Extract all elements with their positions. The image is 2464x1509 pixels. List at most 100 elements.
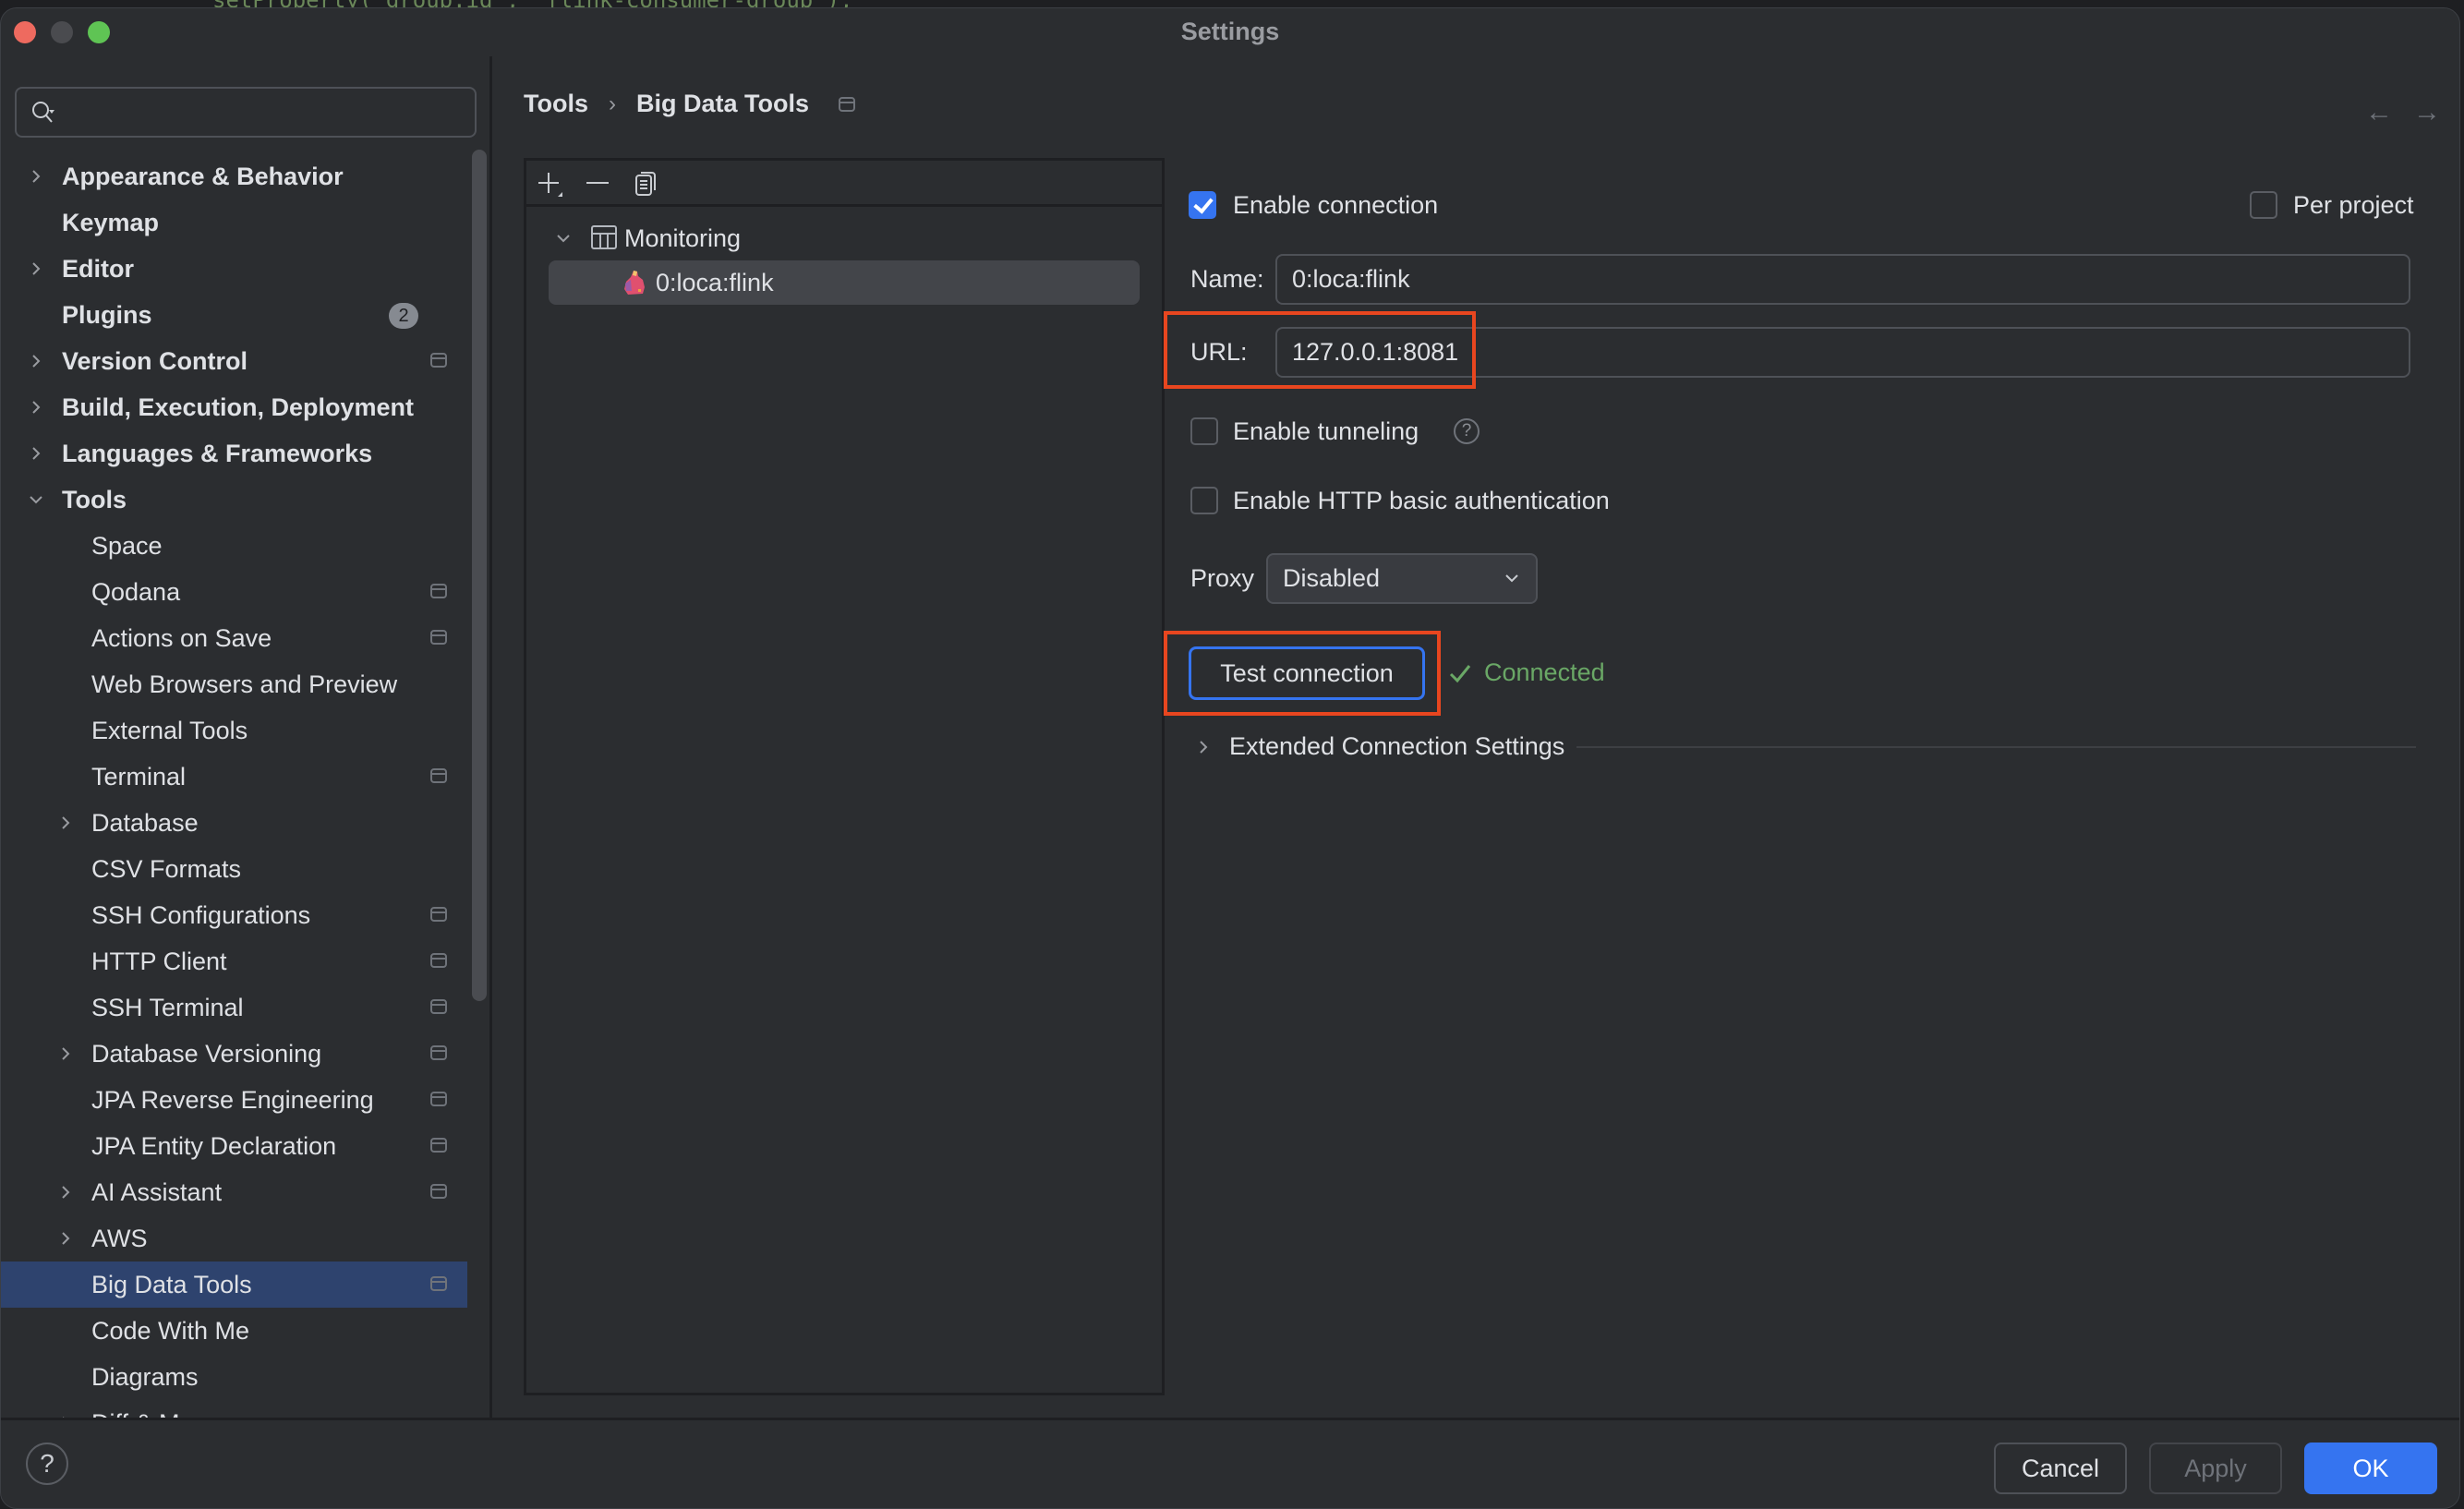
sidebar-item-code-with-me[interactable]: Code With Me <box>1 1308 467 1354</box>
breadcrumb-parent[interactable]: Tools <box>524 90 588 118</box>
sidebar-item-editor[interactable]: Editor <box>1 246 467 292</box>
proxy-select[interactable]: Disabled <box>1266 553 1538 604</box>
apply-button[interactable]: Apply <box>2149 1443 2282 1494</box>
sidebar-item-jpa-entity-declaration[interactable]: JPA Entity Declaration <box>1 1123 467 1169</box>
sidebar-item-plugins[interactable]: Plugins 2 <box>1 292 467 338</box>
breadcrumb-separator: › <box>609 91 616 116</box>
chevron-right-icon[interactable] <box>27 444 45 463</box>
sidebar-item-label: Space <box>91 531 163 560</box>
extended-settings-toggle[interactable]: Extended Connection Settings <box>1194 732 1564 761</box>
settings-search-box[interactable] <box>15 87 477 138</box>
cancel-button[interactable]: Cancel <box>1994 1443 2127 1494</box>
tree-item-flink[interactable]: 0:loca:flink <box>549 260 1140 305</box>
sidebar-item-terminal[interactable]: Terminal <box>1 754 467 800</box>
sidebar-item-version-control[interactable]: Version Control <box>1 338 467 384</box>
ok-button[interactable]: OK <box>2304 1443 2437 1494</box>
sidebar-item-build-execution-deployment[interactable]: Build, Execution, Deployment <box>1 384 467 430</box>
chevron-right-icon[interactable] <box>56 814 75 832</box>
name-input[interactable]: 0:loca:flink <box>1275 254 2410 305</box>
url-highlight-annotation <box>1164 311 1476 389</box>
enable-tunneling-label: Enable tunneling <box>1233 417 1419 445</box>
sidebar-item-label: HTTP Client <box>91 947 227 975</box>
help-button[interactable]: ? <box>26 1443 68 1485</box>
sidebar-item-aws[interactable]: AWS <box>1 1215 467 1262</box>
sidebar-item-appearance-behavior[interactable]: Appearance & Behavior <box>1 153 467 199</box>
sidebar-item-qodana[interactable]: Qodana <box>1 569 467 615</box>
sidebar-item-label: Actions on Save <box>91 623 272 652</box>
sidebar-item-diff-merge[interactable]: Diff & Merge <box>1 1400 467 1418</box>
copy-icon[interactable] <box>632 170 659 198</box>
remove-icon[interactable] <box>584 170 611 198</box>
breadcrumb-current: Big Data Tools <box>636 90 810 117</box>
sidebar-item-space[interactable]: Space <box>1 523 467 569</box>
extended-settings-label: Extended Connection Settings <box>1229 732 1565 760</box>
sidebar-item-tools[interactable]: Tools <box>1 477 467 523</box>
table-icon <box>591 225 617 249</box>
sidebar-item-actions-on-save[interactable]: Actions on Save <box>1 615 467 661</box>
sidebar-item-big-data-tools[interactable]: Big Data Tools <box>1 1262 467 1308</box>
chevron-right-icon <box>1200 740 1208 754</box>
sidebar-item-keymap[interactable]: Keymap <box>1 199 467 246</box>
project-level-icon <box>430 768 447 783</box>
update-count-badge: 2 <box>389 303 418 329</box>
sidebar-item-label: Plugins <box>62 300 152 329</box>
settings-search-input[interactable] <box>68 96 456 129</box>
sidebar-item-label: Languages & Frameworks <box>62 439 373 467</box>
back-arrow-icon[interactable]: ← <box>2365 97 2393 128</box>
extended-settings-divider <box>1576 746 2416 748</box>
sidebar-item-label: Diagrams <box>91 1362 199 1391</box>
chevron-down-icon[interactable] <box>27 490 45 509</box>
sidebar-item-ai-assistant[interactable]: AI Assistant <box>1 1169 467 1215</box>
chevron-right-icon[interactable] <box>56 1229 75 1248</box>
add-icon[interactable] <box>536 170 563 198</box>
sidebar-item-database[interactable]: Database <box>1 800 467 846</box>
settings-dialog: Settings Appearance & Behavior Keymap Edit… <box>0 7 2460 1509</box>
tree-item-label: 0:loca:flink <box>656 269 774 296</box>
sidebar-scrollbar[interactable] <box>472 150 487 1001</box>
forward-arrow-icon[interactable]: → <box>2413 97 2441 128</box>
tree-group-monitoring[interactable]: Monitoring <box>526 216 1162 260</box>
sidebar-item-external-tools[interactable]: External Tools <box>1 707 467 754</box>
dialog-footer: ? Cancel Apply OK <box>1 1418 2459 1508</box>
chevron-right-icon[interactable] <box>27 260 45 278</box>
settings-sidebar: Appearance & Behavior Keymap Editor Plugins… <box>1 56 492 1418</box>
tree-group-label: Monitoring <box>624 224 742 252</box>
connections-toolbar <box>526 161 1162 207</box>
sidebar-item-label: Build, Execution, Deployment <box>62 392 415 421</box>
chevron-down-icon[interactable] <box>554 229 573 247</box>
sidebar-item-label: Diff & Merge <box>91 1409 230 1418</box>
sidebar-item-database-versioning[interactable]: Database Versioning <box>1 1031 467 1077</box>
sidebar-item-label: JPA Entity Declaration <box>91 1131 337 1160</box>
sidebar-item-ssh-configurations[interactable]: SSH Configurations <box>1 892 467 938</box>
tunneling-help-icon[interactable]: ? <box>1454 418 1480 444</box>
sidebar-item-languages-frameworks[interactable]: Languages & Frameworks <box>1 430 467 477</box>
check-icon <box>1449 664 1471 682</box>
breadcrumb: Tools › Big Data Tools <box>524 90 856 118</box>
chevron-right-icon[interactable] <box>27 398 45 416</box>
sidebar-item-http-client[interactable]: HTTP Client <box>1 938 467 984</box>
chevron-right-icon[interactable] <box>27 352 45 370</box>
project-level-icon <box>430 1045 447 1060</box>
sidebar-item-web-browsers-and-preview[interactable]: Web Browsers and Preview <box>1 661 467 707</box>
chevron-right-icon[interactable] <box>56 1183 75 1201</box>
project-level-icon <box>839 96 856 112</box>
chevron-right-icon[interactable] <box>27 167 45 186</box>
sidebar-item-label: Tools <box>62 485 127 513</box>
http-auth-checkbox[interactable] <box>1190 487 1218 514</box>
per-project-label: Per project <box>2293 191 2414 219</box>
sidebar-item-diagrams[interactable]: Diagrams <box>1 1354 467 1400</box>
chevron-right-icon[interactable] <box>56 1044 75 1063</box>
per-project-checkbox[interactable] <box>2250 191 2277 219</box>
project-level-icon <box>430 953 447 968</box>
sidebar-item-label: Big Data Tools <box>91 1270 252 1298</box>
name-label: Name: <box>1190 265 1264 293</box>
sidebar-item-label: JPA Reverse Engineering <box>91 1085 374 1114</box>
enable-connection-checkbox[interactable] <box>1189 191 1216 219</box>
sidebar-item-csv-formats[interactable]: CSV Formats <box>1 846 467 892</box>
enable-tunneling-checkbox[interactable] <box>1190 417 1218 445</box>
sidebar-item-ssh-terminal[interactable]: SSH Terminal <box>1 984 467 1031</box>
sidebar-item-jpa-reverse-engineering[interactable]: JPA Reverse Engineering <box>1 1077 467 1123</box>
sidebar-item-label: CSV Formats <box>91 854 242 883</box>
sidebar-item-label: SSH Configurations <box>91 900 311 929</box>
sidebar-item-label: Database Versioning <box>91 1039 322 1068</box>
